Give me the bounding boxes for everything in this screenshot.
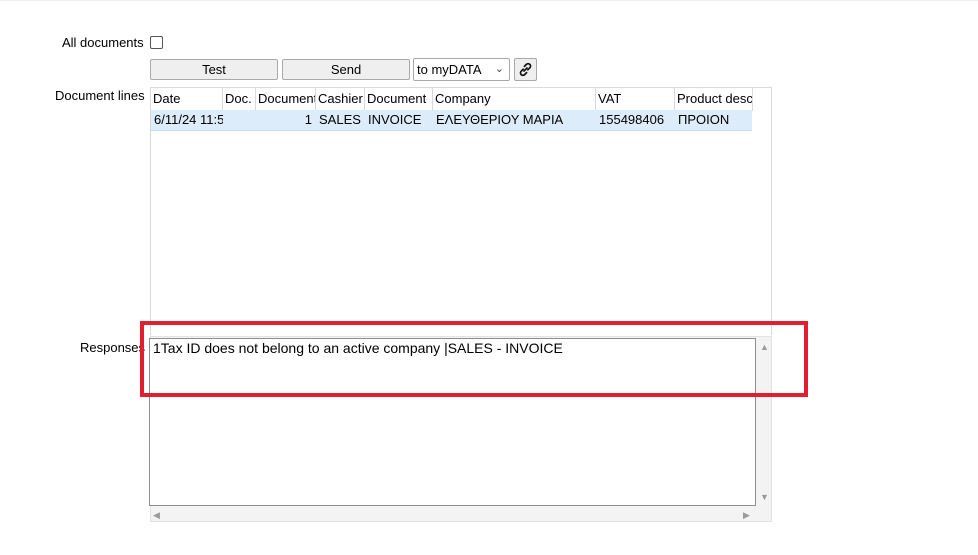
scroll-down-arrow-icon[interactable]: ▼ — [760, 492, 769, 502]
column-header-cashier[interactable]: Cashier — [316, 88, 365, 110]
column-header-vat[interactable]: VAT — [596, 88, 675, 110]
document-lines-label: Document lines — [55, 88, 145, 103]
chevron-down-icon: ⌄ — [494, 63, 504, 75]
grid-header: Date Doc. Document Cashier Document Comp… — [151, 88, 753, 111]
all-documents-label: All documents — [62, 35, 144, 50]
cell-doc — [223, 110, 256, 130]
column-header-company[interactable]: Company — [433, 88, 596, 110]
destination-select[interactable]: to myDATA ⌄ — [413, 58, 510, 81]
cell-cashier: SALES — [319, 112, 361, 127]
test-button[interactable]: Test — [150, 59, 278, 80]
table-row[interactable]: 6/11/24 11:5 1 SALES INVOICE ΕΛΕΥΘΕΡΙΟΥ … — [151, 110, 752, 131]
column-header-date[interactable]: Date — [151, 88, 223, 110]
send-button[interactable]: Send — [282, 59, 410, 80]
responses-label: Responses — [80, 340, 146, 355]
cell-product-desc: ΠΡΟΙΟΝ — [678, 112, 730, 127]
column-header-document-type[interactable]: Document — [365, 88, 433, 110]
cell-company: ΕΛΕΥΘΕΡΙΟΥ ΜΑΡΙΑ — [436, 112, 564, 127]
cell-vat: 155498406 — [599, 112, 665, 127]
top-divider — [0, 0, 978, 1]
column-header-document-number[interactable]: Document — [256, 88, 316, 110]
all-documents-checkbox[interactable] — [150, 36, 163, 49]
link-button[interactable] — [514, 58, 537, 81]
link-icon — [519, 62, 532, 77]
cell-date: 6/11/24 11:5 — [154, 112, 223, 127]
column-header-doc[interactable]: Doc. — [223, 88, 256, 110]
scroll-right-arrow-icon[interactable]: ▶ — [743, 510, 750, 521]
cell-document-type: INVOICE — [368, 112, 422, 127]
cell-document-number: 1 — [304, 112, 312, 127]
destination-select-value: to myDATA — [417, 62, 482, 77]
scroll-up-arrow-icon[interactable]: ▲ — [760, 342, 769, 352]
responses-textarea[interactable]: 1Tax ID does not belong to an active com… — [149, 338, 756, 506]
document-lines-grid[interactable]: Date Doc. Document Cashier Document Comp… — [150, 87, 772, 335]
column-header-product-desc[interactable]: Product desc — [675, 88, 753, 110]
scroll-left-arrow-icon[interactable]: ◀ — [153, 510, 160, 521]
